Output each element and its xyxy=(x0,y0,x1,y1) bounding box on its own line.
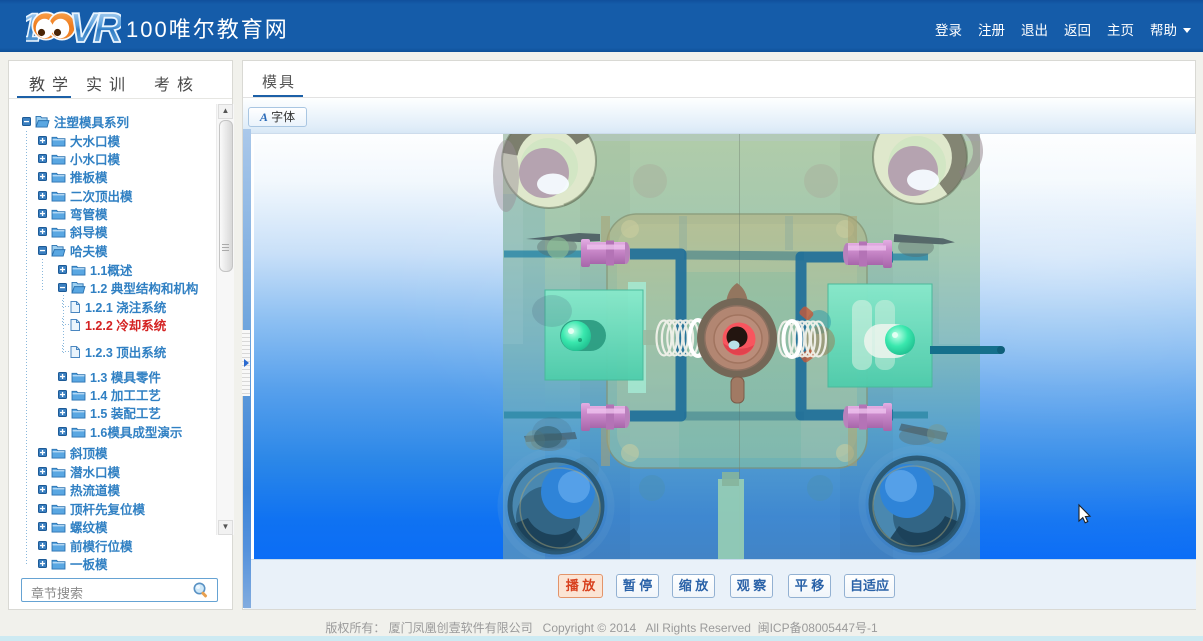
svg-text:VR: VR xyxy=(69,4,121,49)
